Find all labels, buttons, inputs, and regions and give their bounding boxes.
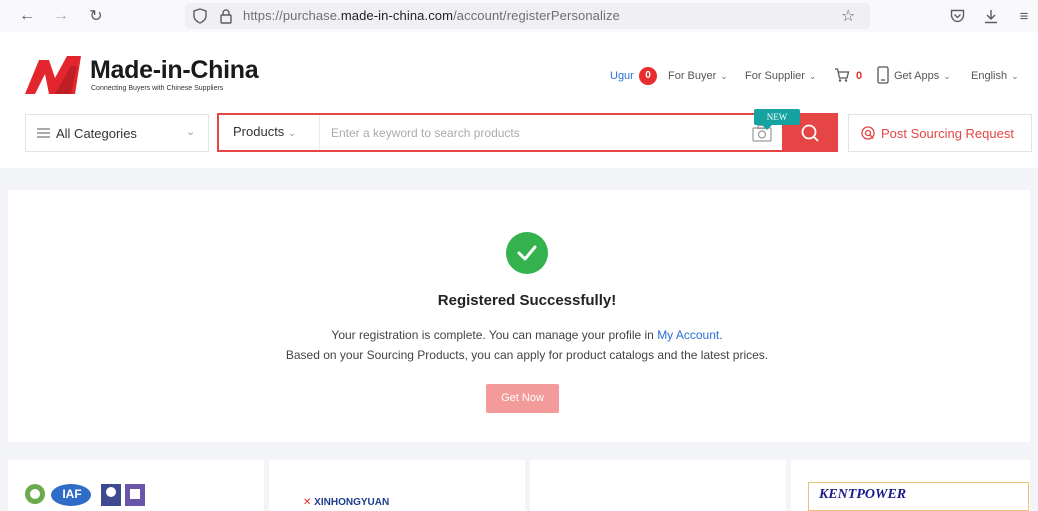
url-path: /account/registerPersonalize	[453, 8, 620, 23]
new-badge: NEW	[754, 109, 800, 130]
search-type-label: Products	[233, 124, 285, 139]
registration-period: .	[719, 328, 723, 342]
hamburger-icon	[37, 128, 50, 138]
download-icon[interactable]	[980, 5, 1002, 27]
url-host: made-in-china.com	[340, 8, 454, 23]
for-supplier-label: For Supplier	[745, 70, 805, 82]
success-check-icon	[506, 232, 548, 274]
search-type-dropdown[interactable]: Products ⌄	[233, 124, 296, 139]
chevron-down-icon: ⌄	[288, 128, 296, 138]
kentpower-logo: KENTPOWER	[808, 482, 1029, 511]
xinhongyuan-mark-icon: ✕	[303, 497, 312, 508]
sourcing-icon	[861, 126, 875, 140]
chevron-down-icon: ⌄	[720, 71, 728, 81]
forward-arrow-icon[interactable]: →	[50, 5, 72, 27]
my-account-link[interactable]: My Account	[657, 328, 719, 342]
chevron-down-icon: ⌄	[1011, 71, 1019, 81]
xinhongyuan-logo: ✕ XINHONGYUAN	[303, 497, 389, 508]
menu-icon[interactable]: ≡	[1013, 5, 1035, 27]
user-name-link[interactable]: Ugur	[610, 70, 634, 82]
divider	[319, 115, 320, 150]
back-arrow-icon[interactable]: ←	[16, 5, 38, 27]
xinhongyuan-label: XINHONGYUAN	[314, 497, 390, 508]
cart-count: 0	[856, 70, 863, 82]
chevron-down-icon: ⌄	[943, 71, 951, 81]
for-buyer-menu[interactable]: For Buyer ⌄	[668, 70, 728, 82]
logo-tagline: Connecting Buyers with Chinese Suppliers	[91, 85, 224, 92]
shield-icon[interactable]	[193, 8, 207, 24]
language-label: English	[971, 70, 1008, 82]
search-icon	[801, 124, 819, 142]
bookmark-star-icon[interactable]: ☆	[841, 6, 855, 26]
all-categories-dropdown[interactable]: All Categories ⌄	[25, 114, 209, 152]
for-buyer-label: For Buyer	[668, 70, 717, 82]
reload-icon[interactable]: ↻	[85, 5, 107, 27]
supplier-cell[interactable]	[530, 460, 786, 511]
get-apps-menu[interactable]: Get Apps ⌄	[894, 70, 951, 82]
post-sourcing-label: Post Sourcing Request	[881, 125, 1014, 141]
get-apps-label: Get Apps	[894, 70, 940, 82]
success-title: Registered Successfully!	[437, 292, 617, 309]
all-categories-label: All Categories	[56, 126, 137, 141]
chevron-down-icon: ⌄	[808, 71, 817, 81]
address-bar[interactable]: https://purchase.made-in-china.com/accou…	[185, 3, 870, 29]
search-bar: Products ⌄	[217, 113, 782, 152]
registration-message: Your registration is complete. You can m…	[0, 328, 1038, 342]
made-in-china-logo-mark	[25, 56, 81, 94]
catalog-message: Based on your Sourcing Products, you can…	[285, 348, 769, 362]
search-input[interactable]	[321, 117, 741, 148]
notification-badge: 0	[639, 67, 657, 85]
logo-text: Made-in-China	[90, 56, 259, 84]
url-text[interactable]: https://purchase.made-in-china.com/accou…	[243, 8, 620, 23]
pocket-icon[interactable]	[946, 5, 968, 27]
browser-toolbar: ← → ↻ https://purchase.made-in-china.com…	[0, 0, 1038, 32]
iaf-label: IAF	[62, 487, 82, 501]
chevron-down-icon: ⌄	[186, 126, 196, 138]
language-menu[interactable]: English ⌄	[971, 70, 1019, 82]
registration-text: Your registration is complete. You can m…	[331, 328, 654, 342]
cart-icon[interactable]	[834, 67, 850, 83]
phone-icon	[877, 66, 889, 84]
get-now-button[interactable]: Get Now	[486, 384, 559, 413]
site-logo[interactable]: Made-in-China Connecting Buyers with Chi…	[25, 48, 265, 98]
for-supplier-menu[interactable]: For Supplier ⌄	[745, 70, 816, 82]
post-sourcing-request-button[interactable]: Post Sourcing Request	[848, 114, 1032, 152]
url-prefix: https://purchase.	[243, 8, 341, 23]
lock-icon[interactable]	[219, 8, 233, 24]
kentpower-label: KENTPOWER	[819, 487, 907, 502]
